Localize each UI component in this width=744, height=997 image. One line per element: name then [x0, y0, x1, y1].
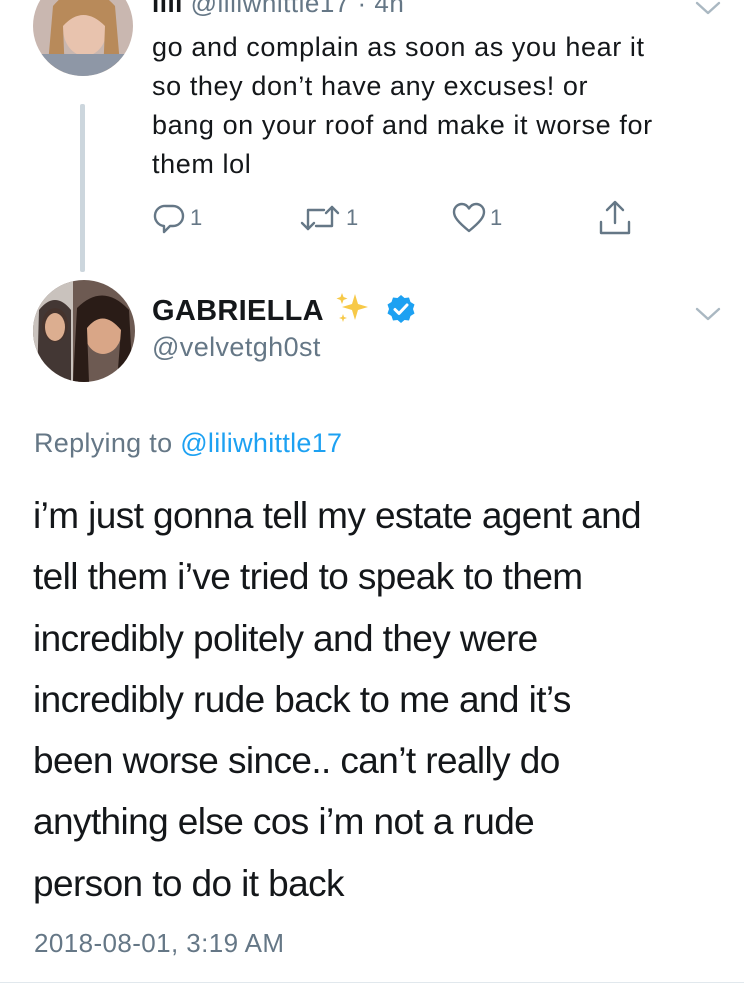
main-text-line: incredibly politely and they were	[33, 617, 538, 659]
reply-author-name[interactable]: lili	[152, 0, 183, 18]
verified-badge-icon	[387, 295, 414, 323]
retweet-button[interactable]: 1	[298, 200, 358, 236]
reply-text-line: bang on your roof and make it worse for	[152, 110, 653, 140]
main-text-line: tell them i’ve tried to speak to them	[33, 556, 583, 598]
thread-line	[80, 104, 85, 272]
reply-text-line: go and complain as soon as you hear it	[152, 32, 645, 62]
heart-icon	[452, 202, 486, 233]
reply-text-line: them lol	[152, 149, 252, 179]
replying-to-line: Replying to @liliwhittle17	[34, 428, 342, 459]
main-text-line: been worse since.. can’t really do	[33, 740, 560, 782]
reply-author-handle[interactable]: @liliwhittle17	[191, 0, 350, 18]
main-display-name-row: GABRIELLA	[152, 292, 416, 328]
divider	[0, 982, 744, 983]
reply-tweet-meta: lili @liliwhittle17 · 4h	[152, 0, 404, 19]
main-display-name[interactable]: GABRIELLA	[152, 295, 323, 327]
replying-to-link[interactable]: @liliwhittle17	[180, 428, 342, 458]
reply-text-line: so they don’t have any excuses! or	[152, 71, 589, 101]
replying-to-prefix: Replying to	[34, 428, 173, 458]
share-icon	[599, 200, 631, 235]
main-text-line: anything else cos i’m not a rude	[33, 801, 535, 843]
main-text-line: person to do it back	[33, 862, 345, 904]
meta-separator: ·	[357, 0, 367, 18]
reply-author-avatar[interactable]	[33, 0, 133, 76]
main-tweet-text: i’m just gonna tell my estate agent and …	[33, 485, 733, 914]
chevron-down-icon[interactable]	[694, 0, 722, 18]
retweet-icon	[300, 205, 340, 231]
like-count: 1	[490, 205, 503, 230]
reply-tweet-text: go and complain as soon as you hear it s…	[152, 28, 732, 184]
like-button[interactable]: 1	[452, 200, 502, 236]
main-author-avatar[interactable]	[33, 280, 135, 382]
retweet-count: 1	[346, 205, 359, 230]
reply-count: 1	[190, 205, 203, 230]
sparkles-icon	[336, 293, 369, 322]
reply-time[interactable]: 4h	[374, 0, 404, 18]
reply-icon	[153, 204, 185, 234]
main-text-line: incredibly rude back to me and it’s	[33, 678, 571, 720]
share-button[interactable]	[598, 200, 632, 236]
main-text-line: i’m just gonna tell my estate agent and	[33, 495, 642, 536]
main-handle[interactable]: @velvetgh0st	[152, 332, 321, 363]
main-timestamp[interactable]: 2018-08-01, 3:19 AM	[34, 928, 284, 959]
reply-button[interactable]: 1	[152, 200, 202, 236]
chevron-down-icon[interactable]	[694, 306, 722, 324]
